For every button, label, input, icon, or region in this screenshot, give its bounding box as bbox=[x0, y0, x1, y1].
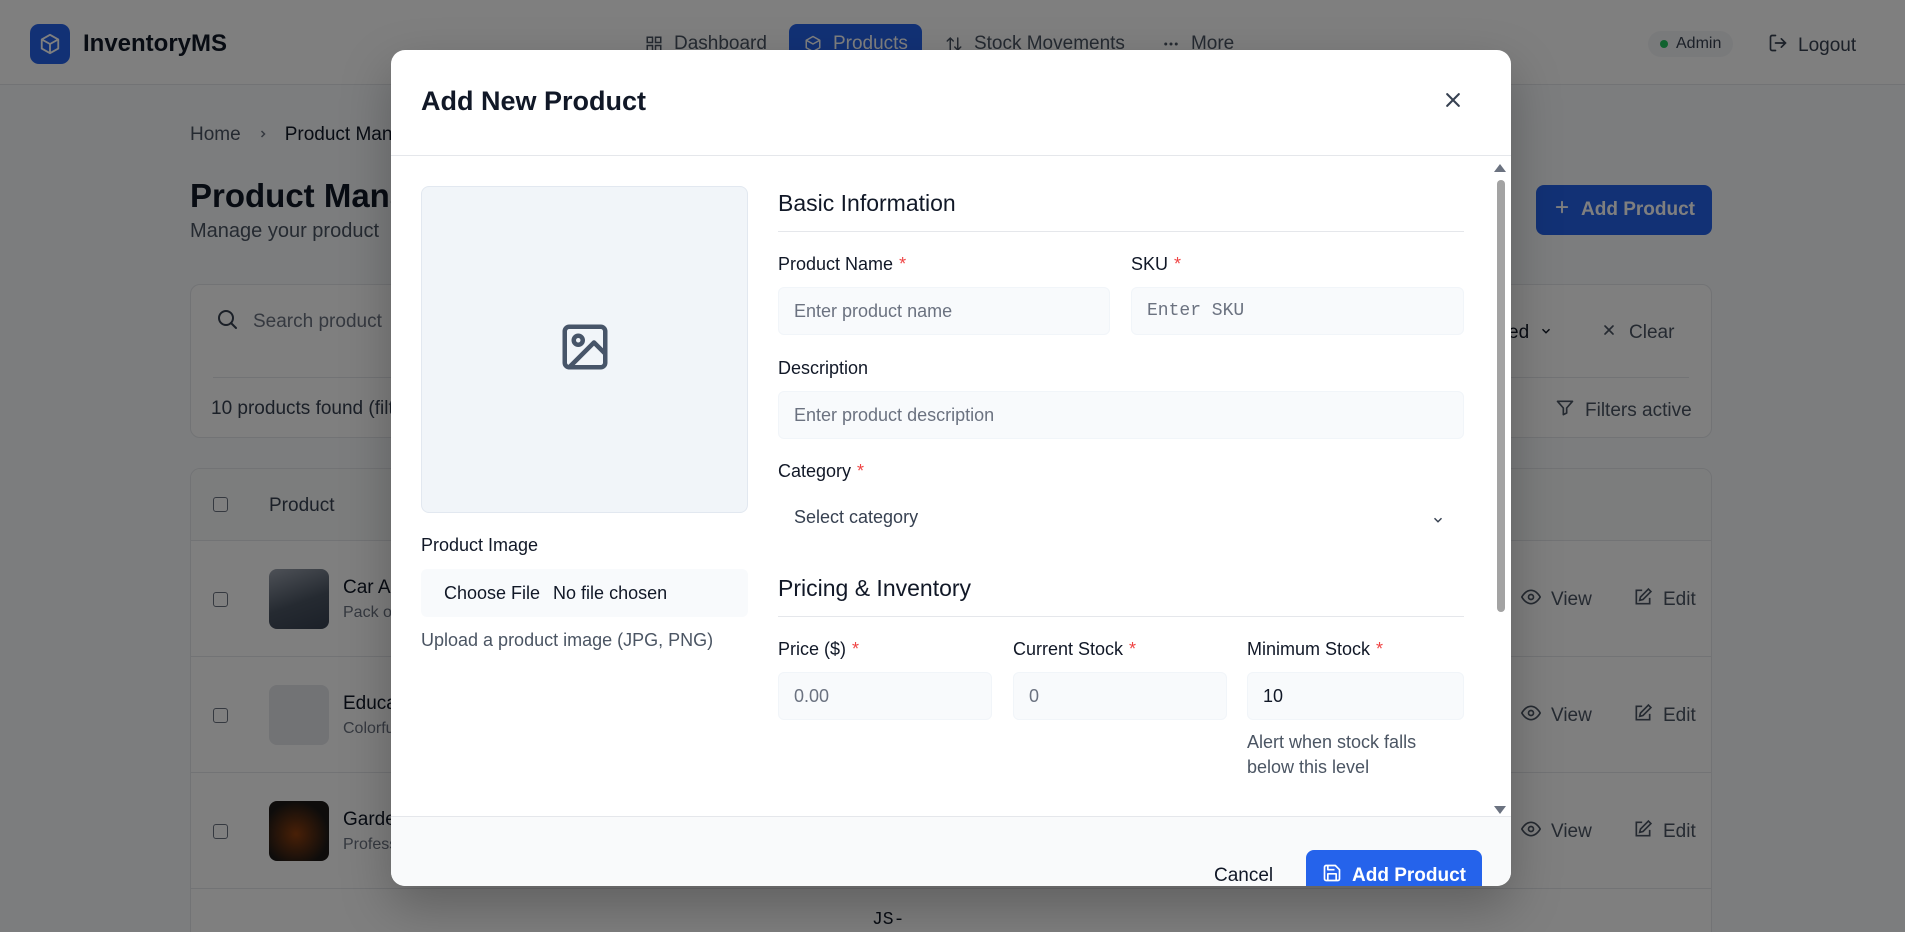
file-input[interactable]: Choose File No file chosen bbox=[421, 569, 748, 617]
section-title-basic: Basic Information bbox=[778, 190, 956, 216]
label-text: Current Stock bbox=[1013, 639, 1124, 659]
close-icon bbox=[1443, 90, 1463, 115]
sku-label: SKU * bbox=[1131, 254, 1181, 275]
minimum-stock-help: Alert when stock falls below this level bbox=[1247, 732, 1417, 777]
placeholder: Enter product description bbox=[794, 404, 995, 425]
selected-value: Select category bbox=[794, 506, 919, 527]
current-stock-label: Current Stock * bbox=[1013, 639, 1136, 660]
choose-file-button[interactable]: Choose File bbox=[444, 583, 540, 604]
section-title-pricing: Pricing & Inventory bbox=[778, 575, 972, 601]
submit-add-product-button[interactable]: Add Product bbox=[1306, 850, 1482, 886]
input-value: 10 bbox=[1263, 685, 1284, 706]
required-asterisk: * bbox=[1376, 639, 1384, 659]
cancel-button[interactable]: Cancel bbox=[1214, 865, 1273, 886]
chevron-down-icon bbox=[1431, 511, 1445, 532]
description-input[interactable]: Enter product description bbox=[778, 391, 1464, 439]
required-asterisk: * bbox=[852, 639, 860, 659]
divider bbox=[778, 231, 1464, 232]
save-icon bbox=[1322, 863, 1342, 886]
placeholder: 0 bbox=[1029, 685, 1040, 706]
label-text: Minimum Stock bbox=[1247, 639, 1371, 659]
scrollbar-thumb[interactable] bbox=[1497, 180, 1505, 612]
product-image-label: Product Image bbox=[421, 535, 539, 555]
placeholder: Enter product name bbox=[794, 300, 953, 321]
required-asterisk: * bbox=[899, 254, 907, 274]
required-asterisk: * bbox=[1129, 639, 1137, 659]
product-name-input[interactable]: Enter product name bbox=[778, 287, 1110, 335]
image-placeholder-icon bbox=[558, 320, 612, 379]
category-select[interactable]: Select category bbox=[778, 493, 1464, 541]
required-asterisk: * bbox=[1174, 254, 1182, 274]
modal-footer: Cancel Add Product bbox=[391, 816, 1511, 886]
add-product-modal: Add New Product Product Image Choose Fil… bbox=[391, 50, 1511, 886]
label-text: Price ($) bbox=[778, 639, 847, 659]
modal-title: Add New Product bbox=[421, 86, 647, 116]
close-modal-button[interactable] bbox=[1439, 88, 1467, 116]
scroll-up-arrow-icon[interactable] bbox=[1493, 160, 1507, 178]
divider bbox=[778, 616, 1464, 617]
image-preview bbox=[421, 186, 748, 513]
placeholder: 0.00 bbox=[794, 685, 830, 706]
file-status: No file chosen bbox=[553, 582, 668, 603]
submit-label: Add Product bbox=[1352, 865, 1466, 886]
minimum-stock-label: Minimum Stock * bbox=[1247, 639, 1383, 660]
image-hint: Upload a product image (JPG, PNG) bbox=[421, 630, 714, 650]
label-text: SKU bbox=[1131, 254, 1169, 274]
product-name-label: Product Name * bbox=[778, 254, 906, 275]
category-label: Category * bbox=[778, 461, 864, 482]
placeholder: Enter SKU bbox=[1147, 301, 1245, 321]
current-stock-input[interactable]: 0 bbox=[1013, 672, 1227, 720]
required-asterisk: * bbox=[857, 461, 865, 481]
description-label: Description bbox=[778, 358, 868, 379]
price-input[interactable]: 0.00 bbox=[778, 672, 992, 720]
minimum-stock-input[interactable]: 10 bbox=[1247, 672, 1464, 720]
label-text: Description bbox=[778, 358, 869, 378]
price-label: Price ($) * bbox=[778, 639, 859, 660]
label-text: Product Name bbox=[778, 254, 894, 274]
sku-input[interactable]: Enter SKU bbox=[1131, 287, 1464, 335]
label-text: Category bbox=[778, 461, 852, 481]
modal-header: Add New Product bbox=[391, 50, 1511, 156]
